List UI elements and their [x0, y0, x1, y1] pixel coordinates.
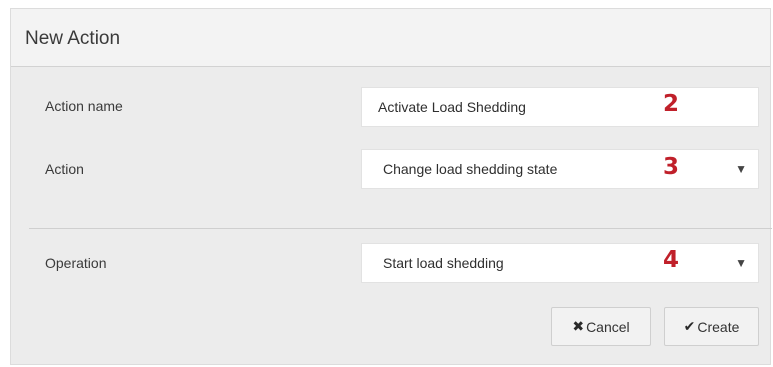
dialog-header: New Action [11, 9, 770, 67]
action-select[interactable]: Change load shedding state ▼ [361, 149, 759, 189]
operation-label: Operation [45, 255, 107, 271]
divider [29, 228, 772, 229]
cancel-button-label: Cancel [586, 318, 630, 335]
close-icon: ✖ [572, 318, 585, 334]
chevron-down-icon: ▼ [735, 256, 747, 270]
create-button-label: Create [697, 318, 740, 335]
new-action-dialog: New Action Action name Activate Load She… [10, 8, 772, 365]
action-label: Action [45, 161, 84, 177]
operation-select[interactable]: Start load shedding ▼ [361, 243, 759, 283]
action-name-value: Activate Load Shedding [378, 99, 526, 115]
cancel-button[interactable]: ✖ Cancel [551, 307, 651, 346]
check-icon: ✔ [683, 318, 696, 334]
chevron-down-icon: ▼ [735, 162, 747, 176]
create-button[interactable]: ✔ Create [664, 307, 759, 346]
callout-number-2: 2 [663, 91, 680, 117]
operation-select-value: Start load shedding [383, 255, 504, 271]
callout-number-3: 3 [663, 154, 680, 180]
dialog-title: New Action [25, 28, 121, 49]
action-name-label: Action name [45, 98, 123, 114]
action-select-value: Change load shedding state [383, 161, 558, 177]
action-name-input[interactable]: Activate Load Shedding [361, 87, 759, 127]
callout-number-4: 4 [663, 247, 680, 273]
